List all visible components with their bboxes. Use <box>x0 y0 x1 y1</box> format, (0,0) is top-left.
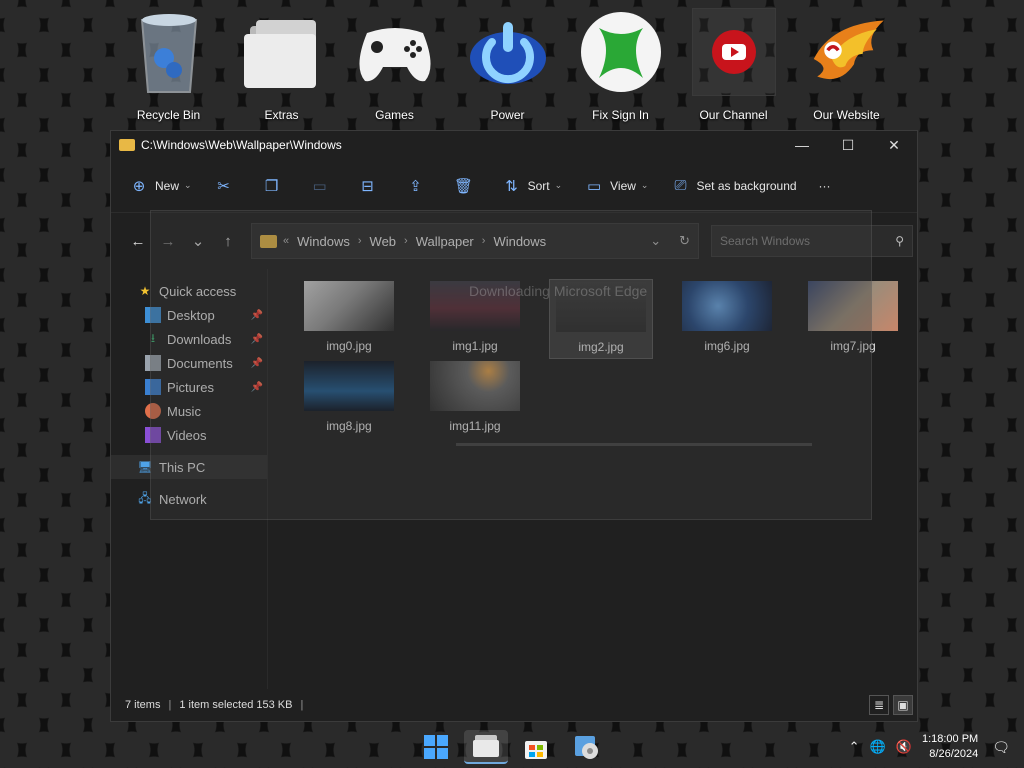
new-button[interactable]: ⊕ New ⌄ <box>129 177 192 195</box>
sort-button[interactable]: ⇅ Sort ⌄ <box>502 177 563 195</box>
desktop-background-icon: ⎚ <box>674 177 687 194</box>
cut-button[interactable]: ✂ <box>214 177 240 195</box>
taskbar-store[interactable] <box>514 730 558 764</box>
desktop-icon-power[interactable]: Power <box>451 0 564 128</box>
selection-info: 1 item selected 153 KB <box>179 699 293 711</box>
overlay-text: Downloading Microsoft Edge <box>469 283 648 299</box>
view-button[interactable]: ▭ View ⌄ <box>584 177 648 195</box>
window-title: C:\Windows\Web\Wallpaper\Windows <box>141 138 342 152</box>
trash-icon: 🗑 <box>454 177 474 195</box>
details-view-icon[interactable]: ≣ <box>869 695 889 715</box>
desktop-icon-label: Our Channel <box>699 108 768 122</box>
notification-icon[interactable]: 🗨 <box>992 739 1010 756</box>
large-icons-view-icon[interactable]: ▣ <box>893 695 913 715</box>
command-bar: ⊕ New ⌄ ✂ ❐ ▭ ⊟ ⇪ 🗑 ⇅ Sort ⌄ ▭ View ⌄ ⎚ … <box>111 159 917 213</box>
file-explorer-icon <box>473 735 499 757</box>
desktop-icon-label: Recycle Bin <box>136 108 201 122</box>
paste-button[interactable]: ▭ <box>310 177 336 195</box>
share-button[interactable]: ⇪ <box>406 177 432 195</box>
copy-button[interactable]: ❐ <box>262 177 288 195</box>
chevron-down-icon: ⌄ <box>640 180 649 190</box>
taskbar: ⌃ 🌐 🔇 1:18:00 PM 8/26/2024 🗨 <box>0 726 1024 768</box>
rename-button[interactable]: ⊟ <box>358 177 384 195</box>
xbox-icon <box>579 8 663 96</box>
overlay-progress-bar <box>456 443 812 446</box>
start-icon <box>424 735 448 759</box>
desktop-icon-fix-sign-in[interactable]: Fix Sign In <box>564 0 677 128</box>
desktop-icons: Recycle Bin Extras Games Power Fix Sign … <box>112 0 903 128</box>
youtube-icon <box>691 8 776 96</box>
desktop-icon-label: Games <box>375 108 414 122</box>
minimize-button[interactable]: — <box>779 131 825 159</box>
desktop-icon-label: Fix Sign In <box>592 108 649 122</box>
ellipsis-icon: ··· <box>818 178 831 193</box>
title-bar[interactable]: C:\Windows\Web\Wallpaper\Windows — ☐ ✕ <box>111 131 917 159</box>
sort-arrows-icon: ⇅ <box>505 177 518 195</box>
chevron-down-icon: ⌄ <box>554 180 563 190</box>
status-bar: 7 items | 1 item selected 153 KB | ≣ ▣ <box>111 689 917 721</box>
new-label: New <box>155 178 180 193</box>
desktop-icon-recycle-bin[interactable]: Recycle Bin <box>112 0 225 128</box>
globe-icon[interactable]: 🌐 <box>870 739 886 755</box>
plus-circle-icon: ⊕ <box>132 177 146 195</box>
desktop-icon-games[interactable]: Games <box>338 0 451 128</box>
store-icon <box>525 741 547 759</box>
desktop-icon-extras[interactable]: Extras <box>225 0 338 128</box>
desktop-icon-our-website[interactable]: Our Website <box>790 0 903 128</box>
sort-label: Sort <box>527 178 550 193</box>
item-count: 7 items <box>125 699 161 711</box>
taskbar-file-explorer[interactable] <box>464 730 508 764</box>
clock-date: 8/26/2024 <box>929 748 979 760</box>
gamepad-icon <box>353 8 437 96</box>
recycle-bin-icon <box>127 8 211 96</box>
phoenix-logo-icon <box>805 8 889 96</box>
rename-icon: ⊟ <box>361 177 374 195</box>
window-controls: — ☐ ✕ <box>779 131 917 159</box>
delete-button[interactable]: 🗑 <box>454 177 480 195</box>
ghost-download-window: Downloading Microsoft Edge <box>150 210 872 520</box>
layout-buttons: ≣ ▣ <box>869 695 913 715</box>
clipboard-icon: ▭ <box>312 177 327 195</box>
taskbar-apps <box>414 730 608 764</box>
share-icon: ⇪ <box>409 177 422 195</box>
search-icon: ⚲ <box>895 234 904 248</box>
volume-muted-icon[interactable]: 🔇 <box>896 739 912 755</box>
chevron-up-icon[interactable]: ⌃ <box>849 739 860 755</box>
desktop-icon-label: Power <box>490 108 525 122</box>
copy-icon: ❐ <box>264 177 279 195</box>
folder-icon <box>119 139 135 151</box>
folder-stack-icon <box>240 8 324 96</box>
control-panel-icon <box>575 736 598 759</box>
clock-time: 1:18:00 PM <box>921 733 979 745</box>
set-background-label: Set as background <box>696 178 797 193</box>
set-background-button[interactable]: ⎚ Set as background <box>670 177 796 194</box>
scissors-icon: ✂ <box>217 177 230 195</box>
power-icon <box>466 8 550 96</box>
view-label: View <box>610 178 636 193</box>
system-tray: ⌃ 🌐 🔇 1:18:00 PM 8/26/2024 🗨 <box>849 726 1024 768</box>
maximize-button[interactable]: ☐ <box>825 131 871 159</box>
clock[interactable]: 1:18:00 PM 8/26/2024 <box>922 732 978 762</box>
desktop-icon-label: Our Website <box>813 108 880 122</box>
view-icon: ▭ <box>587 177 602 195</box>
desktop-icon-our-channel[interactable]: Our Channel <box>677 0 790 128</box>
back-button[interactable]: ← <box>123 233 153 250</box>
desktop-icon-label: Extras <box>264 108 299 122</box>
more-options-button[interactable]: ··· <box>819 179 831 193</box>
taskbar-control-panel[interactable] <box>564 730 608 764</box>
close-button[interactable]: ✕ <box>871 131 917 159</box>
chevron-down-icon: ⌄ <box>184 180 192 190</box>
start-button[interactable] <box>414 730 458 764</box>
